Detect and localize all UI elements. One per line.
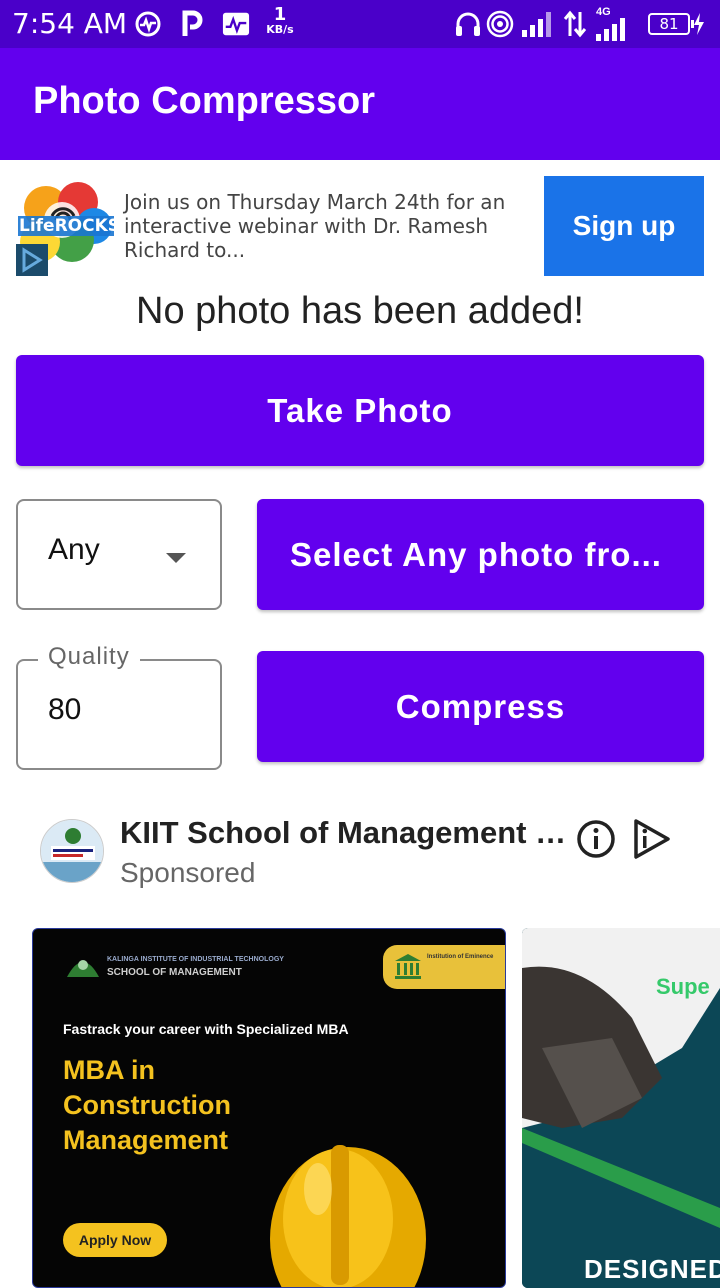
liferocks-logo[interactable]: LifeROCKS bbox=[16, 178, 120, 276]
card2-footer: DESIGNED bbox=[584, 1254, 720, 1284]
dropdown-caret-icon bbox=[166, 553, 186, 563]
signal-1-icon bbox=[522, 10, 556, 38]
ad-copy-text: Join us on Thursday March 24th for an in… bbox=[124, 190, 506, 262]
status-time: 7:54 AM bbox=[12, 7, 128, 40]
parking-icon bbox=[178, 10, 206, 38]
eminence-badge: Institution of Eminence bbox=[383, 945, 505, 989]
signup-button[interactable]: Sign up bbox=[544, 176, 704, 276]
battery-indicator: 81 bbox=[648, 13, 694, 35]
activity-icon bbox=[134, 10, 162, 38]
adchoices-icon[interactable] bbox=[630, 817, 674, 861]
kiit-emblem-icon bbox=[65, 951, 101, 979]
quality-label: Quality bbox=[38, 643, 140, 671]
dropdown-value: Any bbox=[48, 533, 100, 566]
school-name: KALINGA INSTITUTE OF INDUSTRIAL TECHNOLO… bbox=[107, 956, 284, 978]
quality-input[interactable]: 80 bbox=[48, 693, 81, 727]
signal-2-icon bbox=[596, 16, 632, 44]
hard-hat-image bbox=[233, 1119, 463, 1287]
ad-brand: LifeROCKS bbox=[19, 216, 121, 236]
advertiser-name[interactable]: KIIT School of Management -... bbox=[120, 815, 570, 851]
hotspot-icon bbox=[486, 10, 514, 38]
compress-button[interactable]: Compress bbox=[257, 651, 704, 762]
empty-state-message: No photo has been added! bbox=[136, 290, 584, 332]
select-photo-button[interactable]: Select Any photo fro... bbox=[257, 499, 704, 610]
top-ad-banner[interactable]: LifeROCKS Join us on Thursday March 24th… bbox=[0, 160, 720, 285]
app-title: Photo Compressor bbox=[33, 80, 376, 122]
card2-heading: Supe bbox=[656, 974, 710, 999]
network-speed: 1 KB/s bbox=[266, 4, 294, 36]
headphones-icon bbox=[454, 10, 482, 38]
data-transfer-icon bbox=[560, 10, 590, 38]
ad-carousel-card-2[interactable]: Supe DESIGNED bbox=[522, 928, 720, 1288]
ad-carousel-card-1[interactable]: KALINGA INSTITUTE OF INDUSTRIAL TECHNOLO… bbox=[32, 928, 506, 1288]
app-bar: Photo Compressor bbox=[0, 48, 720, 160]
pulse-icon bbox=[222, 10, 250, 38]
quality-field[interactable]: Quality 80 bbox=[16, 643, 222, 770]
apply-now-button[interactable]: Apply Now bbox=[63, 1223, 167, 1257]
ad-tagline: Fastrack your career with Specialized MB… bbox=[63, 1021, 349, 1037]
ad-headline: MBA in Construction Management bbox=[63, 1055, 231, 1155]
status-bar: 7:54 AM 1 KB/s 4G 81 bbox=[0, 0, 720, 48]
sponsored-label: Sponsored bbox=[120, 857, 256, 888]
charging-icon bbox=[692, 10, 706, 38]
take-photo-button[interactable]: Take Photo bbox=[16, 355, 704, 466]
advertiser-avatar[interactable] bbox=[40, 819, 104, 883]
info-icon[interactable] bbox=[576, 819, 616, 859]
photo-source-dropdown[interactable]: Any bbox=[16, 499, 222, 610]
